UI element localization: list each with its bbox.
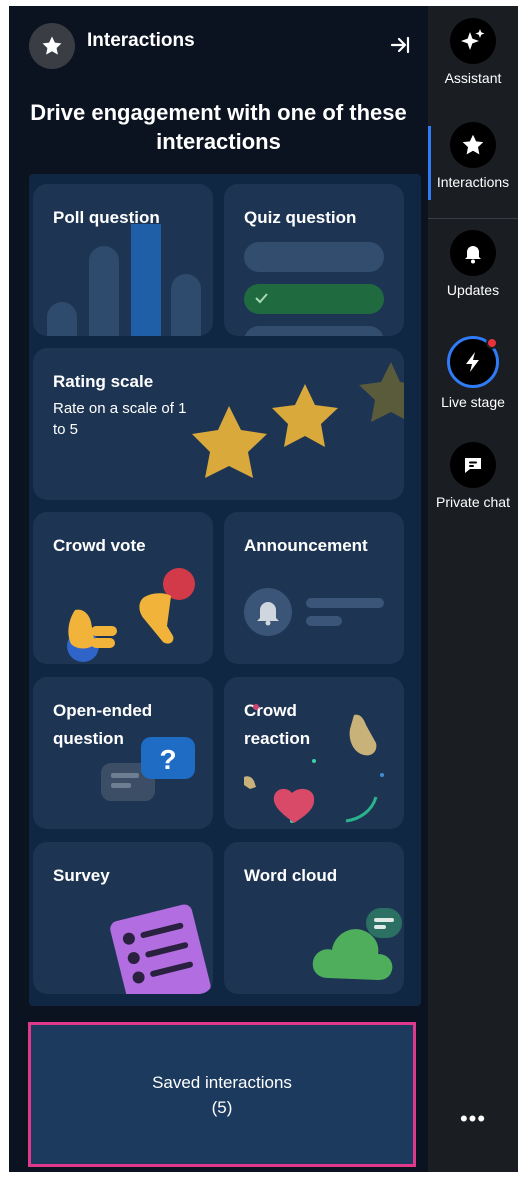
- bell-icon: [465, 246, 481, 264]
- collapse-panel-button[interactable]: [385, 30, 415, 60]
- quiz-question-card[interactable]: Quiz question: [224, 184, 404, 336]
- chat-icon: [465, 458, 481, 473]
- saved-interactions-label: Saved interactions (5): [152, 1072, 292, 1117]
- open-ended-question-card[interactable]: Open-ended question ?: [33, 677, 213, 829]
- right-nav-rail: Assistant Interactions Updates Live stag…: [428, 6, 518, 1172]
- crowd-reaction-card[interactable]: Crowd reaction: [224, 677, 404, 829]
- word-cloud-card[interactable]: Word cloud: [224, 842, 404, 994]
- announcement-bell-icon: [244, 588, 384, 636]
- lightning-icon: [466, 352, 479, 372]
- rail-icon-circle: [450, 442, 496, 488]
- rail-item-updates[interactable]: Updates: [428, 230, 518, 298]
- survey-form-icon: [110, 904, 211, 994]
- star-icon: [42, 36, 62, 55]
- card-label: Rating scale: [53, 372, 154, 391]
- notification-dot: [486, 337, 498, 349]
- card-label: Survey: [53, 866, 110, 885]
- thumbs-icon: [67, 568, 195, 662]
- rail-item-private-chat[interactable]: Private chat: [428, 442, 518, 510]
- rating-scale-card[interactable]: Rating scale Rate on a scale of 1 to 5: [33, 348, 404, 500]
- bar-chart-icon: [47, 224, 201, 336]
- panel-title: Interactions: [87, 30, 195, 51]
- rail-item-live-stage[interactable]: Live stage: [428, 336, 518, 410]
- reaction-emojis-icon: [244, 704, 384, 823]
- rail-icon-circle: [450, 18, 496, 64]
- rail-label: Assistant: [444, 70, 502, 86]
- quiz-options-icon: [244, 242, 384, 336]
- more-options-button[interactable]: •••: [428, 1106, 518, 1132]
- interaction-grid: Poll question Quiz question Rating scale…: [29, 174, 421, 1006]
- survey-card[interactable]: Survey: [33, 842, 213, 994]
- star-icon: [462, 134, 484, 155]
- cloud-icon: [312, 908, 402, 980]
- header-star-badge: [29, 23, 75, 69]
- svg-text:?: ?: [159, 744, 176, 775]
- rail-item-assistant[interactable]: Assistant: [428, 18, 518, 86]
- rail-divider: [428, 218, 518, 219]
- card-label: Word cloud: [244, 866, 338, 885]
- card-label: Announcement: [244, 536, 368, 555]
- rail-label: Interactions: [436, 174, 510, 190]
- card-label: Quiz question: [244, 208, 357, 227]
- question-bubble-icon: ?: [101, 737, 195, 801]
- rail-label: Updates: [446, 282, 500, 298]
- panel-headline: Drive engagement with one of these inter…: [30, 100, 407, 154]
- rail-icon-circle: [450, 122, 496, 168]
- stars-icon: [192, 362, 404, 478]
- arrow-to-right-icon: [390, 36, 410, 54]
- poll-question-card[interactable]: Poll question: [33, 184, 213, 336]
- card-label: Crowd vote: [53, 536, 146, 555]
- interactions-panel: Interactions Drive engagement with one o…: [9, 6, 428, 1172]
- rail-label: Live stage: [441, 394, 505, 410]
- crowd-vote-card[interactable]: Crowd vote: [33, 512, 213, 664]
- rail-label: Private chat: [436, 494, 510, 510]
- saved-interactions-button[interactable]: Saved interactions (5): [28, 1022, 416, 1167]
- rail-icon-circle: [447, 336, 499, 388]
- panel-header: Interactions: [9, 6, 428, 84]
- announcement-card[interactable]: Announcement: [224, 512, 404, 664]
- rail-icon-circle: [450, 230, 496, 276]
- sparkle-icon: [461, 29, 485, 50]
- rail-item-interactions[interactable]: Interactions: [428, 122, 518, 190]
